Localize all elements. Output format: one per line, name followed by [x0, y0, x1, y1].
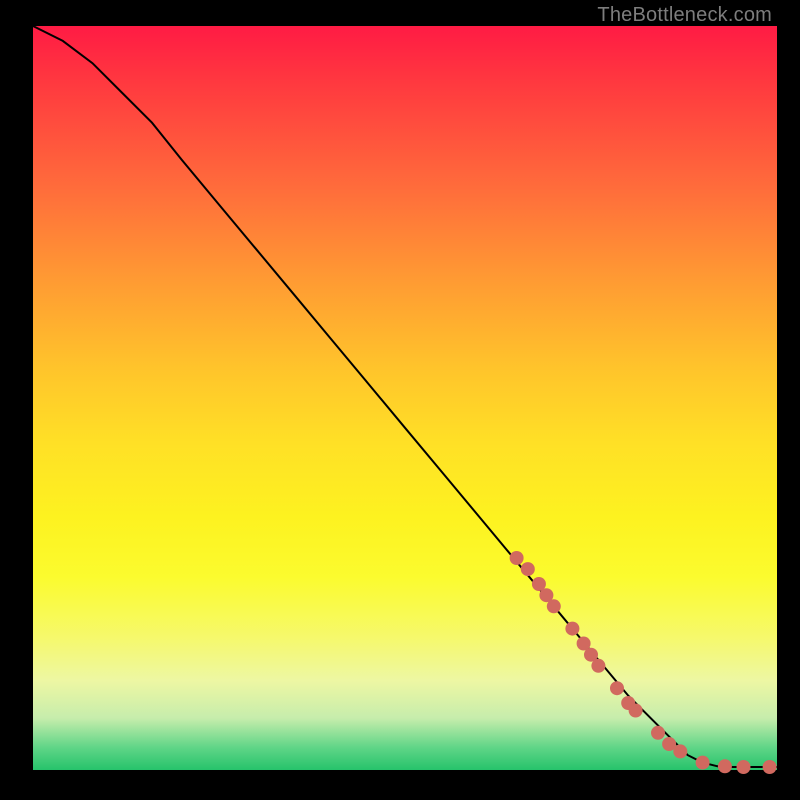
data-marker: [565, 622, 579, 636]
data-marker: [763, 760, 777, 774]
chart-svg: [33, 26, 777, 770]
chart-stage: TheBottleneck.com: [0, 0, 800, 800]
data-marker: [510, 551, 524, 565]
marker-group: [510, 551, 777, 774]
curve-line: [33, 26, 777, 767]
data-marker: [718, 759, 732, 773]
data-marker: [547, 599, 561, 613]
data-marker: [651, 726, 665, 740]
data-marker: [629, 704, 643, 718]
data-marker: [696, 756, 710, 770]
data-marker: [521, 562, 535, 576]
watermark-text: TheBottleneck.com: [597, 4, 772, 27]
data-marker: [737, 760, 751, 774]
data-marker: [610, 681, 624, 695]
plot-area: [33, 26, 777, 770]
data-marker: [591, 659, 605, 673]
data-marker: [673, 744, 687, 758]
